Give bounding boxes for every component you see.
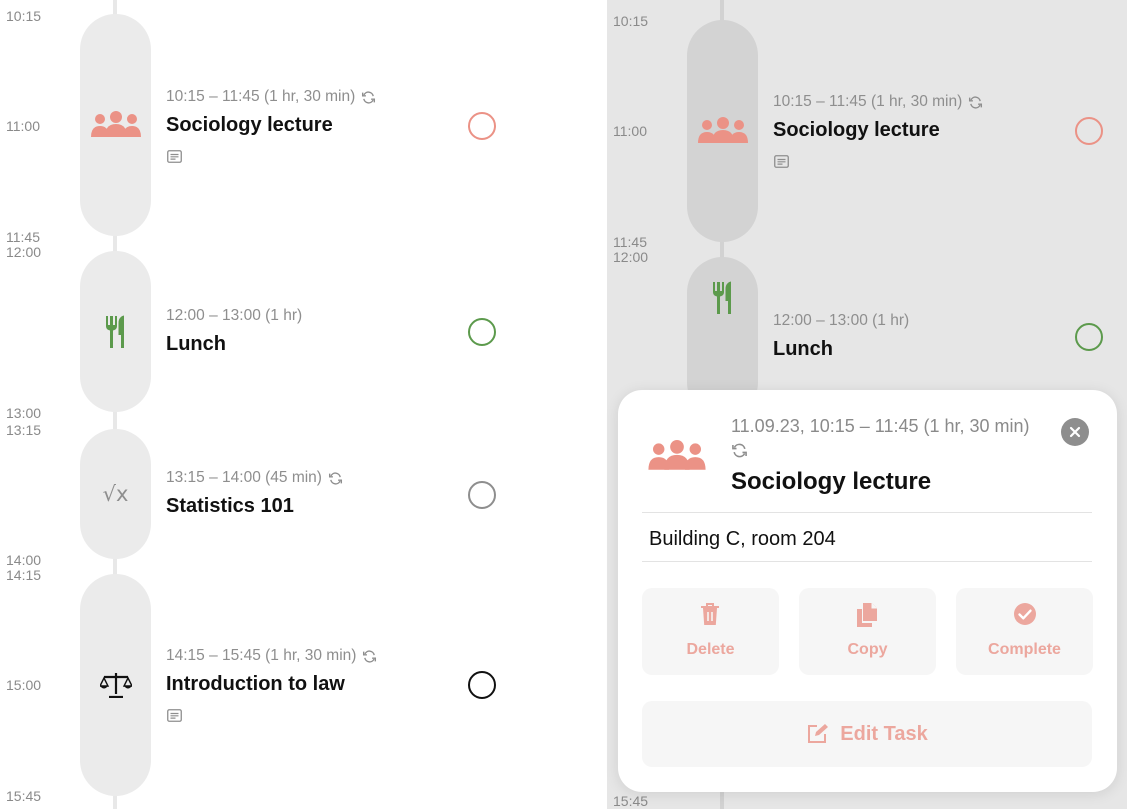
- event-title[interactable]: Statistics 101: [166, 495, 294, 518]
- delete-label: Delete: [686, 641, 735, 658]
- time-label: 12:00: [613, 249, 649, 265]
- complete-checkbox[interactable]: [1075, 117, 1103, 145]
- note-icon: [167, 150, 182, 168]
- time-label: 11:00: [6, 118, 40, 134]
- timeline-view: 10:15 11:00 11:45 12:00 13:00 13:15 14:0…: [0, 0, 607, 809]
- event-time-range: 10:15 – 11:45 (1 hr, 30 min): [166, 88, 356, 105]
- complete-checkbox[interactable]: [1075, 323, 1103, 351]
- event-time-range: 12:00 – 13:00 (1 hr): [773, 312, 910, 329]
- complete-label: Complete: [988, 641, 1061, 658]
- checkmark-circle-icon: [1014, 603, 1036, 625]
- event-time-meta: 10:15 – 11:45 (1 hr, 30 min): [166, 88, 376, 106]
- time-label: 15:45: [613, 793, 649, 809]
- repeat-icon: [362, 90, 376, 104]
- note-icon: [167, 709, 182, 727]
- event-time-range: 12:00 – 13:00 (1 hr): [166, 307, 303, 324]
- task-detail-sheet: 11.09.23, 10:15 – 11:45 (1 hr, 30 min) S…: [618, 390, 1117, 792]
- edit-task-button[interactable]: Edit Task: [642, 701, 1092, 767]
- complete-checkbox[interactable]: [468, 318, 496, 346]
- close-button[interactable]: [1061, 418, 1089, 446]
- event-pill[interactable]: [80, 574, 151, 796]
- note-icon: [774, 155, 789, 173]
- complete-checkbox[interactable]: [468, 481, 496, 509]
- square-root-icon: √x: [102, 482, 129, 506]
- event-title[interactable]: Lunch: [166, 333, 226, 356]
- time-label: 14:15: [6, 567, 42, 583]
- event-title[interactable]: Lunch: [773, 338, 833, 361]
- time-label: 15:45: [6, 788, 42, 804]
- fork-knife-icon: [105, 315, 124, 348]
- event-time-meta: 10:15 – 11:45 (1 hr, 30 min): [773, 93, 983, 111]
- close-icon: [1069, 426, 1081, 438]
- time-label: 12:00: [6, 244, 42, 260]
- time-label: 11:45: [613, 234, 647, 250]
- repeat-icon: [328, 471, 342, 485]
- repeat-icon: [363, 649, 377, 663]
- event-title[interactable]: Introduction to law: [166, 673, 345, 696]
- event-time-range: 14:15 – 15:45 (1 hr, 30 min): [166, 647, 357, 664]
- event-title[interactable]: Sociology lecture: [773, 119, 940, 142]
- event-title[interactable]: Sociology lecture: [166, 114, 333, 137]
- time-label: 10:15: [6, 8, 42, 24]
- event-pill[interactable]: [687, 20, 758, 242]
- divider: [642, 561, 1092, 562]
- fork-knife-icon: [712, 281, 731, 314]
- time-label: 10:15: [613, 13, 649, 29]
- time-label: 15:00: [6, 677, 42, 693]
- event-pill[interactable]: √x: [80, 429, 151, 559]
- time-label: 13:00: [6, 405, 42, 421]
- time-label: 13:15: [6, 422, 42, 438]
- divider: [642, 512, 1092, 513]
- complete-checkbox[interactable]: [468, 112, 496, 140]
- people-group-icon: [90, 111, 141, 137]
- time-label: 11:00: [613, 123, 647, 139]
- event-pill[interactable]: [80, 251, 151, 412]
- copy-label: Copy: [847, 641, 888, 658]
- event-time-range: 10:15 – 11:45 (1 hr, 30 min): [773, 93, 963, 110]
- repeat-icon: [731, 442, 748, 464]
- edit-task-label: Edit Task: [840, 722, 928, 745]
- event-pill[interactable]: [80, 14, 151, 236]
- event-time-meta: 13:15 – 14:00 (45 min): [166, 469, 343, 487]
- edit-icon: [808, 724, 829, 743]
- event-time-meta: 14:15 – 15:45 (1 hr, 30 min): [166, 647, 377, 665]
- delete-button[interactable]: Delete: [642, 588, 779, 675]
- scales-icon: [99, 673, 132, 698]
- task-note: Building C, room 204: [649, 528, 836, 550]
- trash-icon: [701, 603, 719, 625]
- repeat-icon: [969, 95, 983, 109]
- complete-button[interactable]: Complete: [956, 588, 1093, 675]
- time-label: 14:00: [6, 552, 42, 568]
- people-group-icon: [697, 117, 748, 143]
- task-title: Sociology lecture: [731, 468, 932, 495]
- event-time-range: 13:15 – 14:00 (45 min): [166, 469, 322, 486]
- people-group-icon: [646, 440, 708, 477]
- time-label: 11:45: [6, 229, 40, 245]
- copy-button[interactable]: Copy: [799, 588, 936, 675]
- event-time-meta: 12:00 – 13:00 (1 hr): [166, 307, 302, 325]
- complete-checkbox[interactable]: [468, 671, 496, 699]
- task-date-time: 11.09.23, 10:15 – 11:45 (1 hr, 30 min): [731, 416, 1030, 436]
- event-time-meta: 12:00 – 13:00 (1 hr): [773, 312, 909, 330]
- copy-icon: [857, 603, 877, 627]
